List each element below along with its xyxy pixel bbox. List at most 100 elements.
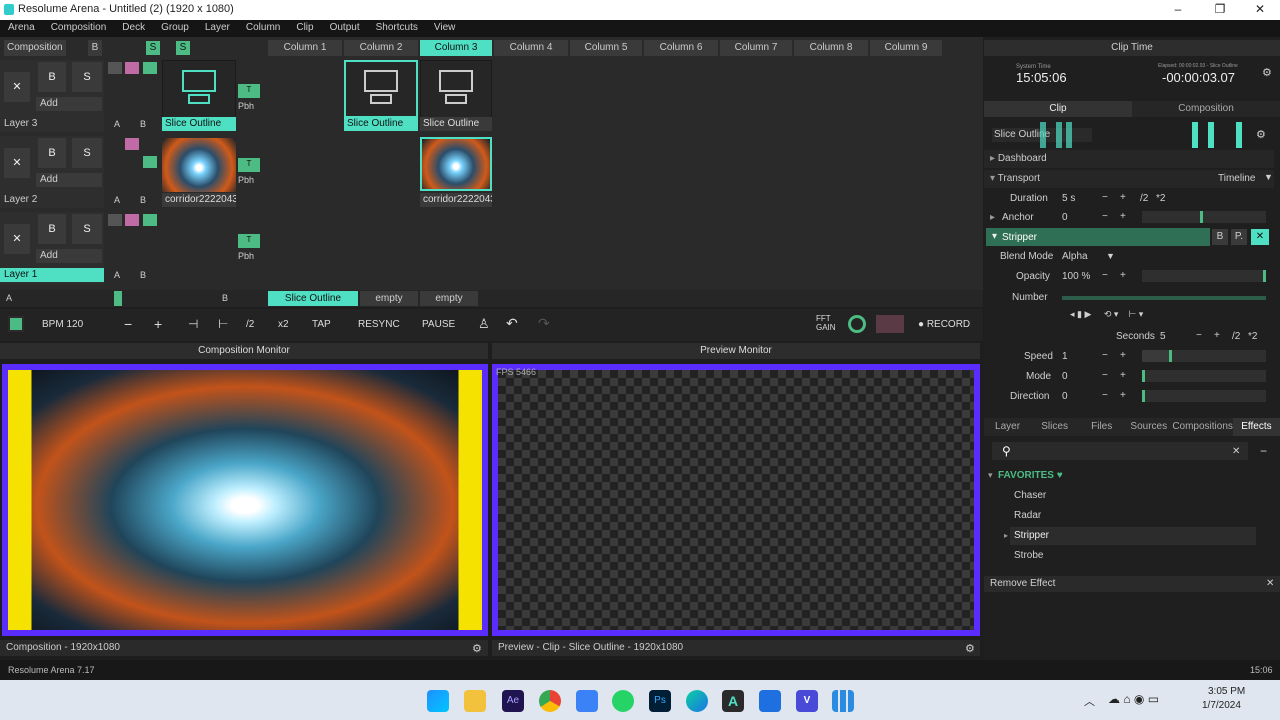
windows-start-icon[interactable] xyxy=(427,690,449,712)
after-effects-icon[interactable]: Ae xyxy=(502,690,524,712)
maximize-button[interactable]: ❐ xyxy=(1210,2,1230,16)
menu-deck[interactable]: Deck xyxy=(114,20,153,37)
anchor-minus-button[interactable]: − xyxy=(1102,211,1108,222)
seconds-mul2[interactable]: *2 xyxy=(1248,331,1257,342)
transport-mode-dropdown[interactable]: Timeline xyxy=(1218,173,1255,184)
comp-s2-button[interactable]: S xyxy=(176,41,190,55)
direction-slider[interactable] xyxy=(1142,390,1266,402)
resync-button[interactable]: RESYNC xyxy=(358,319,400,330)
layer-1-solo-button[interactable]: S xyxy=(72,214,102,244)
preview-monitor[interactable] xyxy=(492,364,980,636)
layer-1-m-button[interactable] xyxy=(108,214,122,226)
layer-2-bypass-button[interactable]: B xyxy=(38,138,66,168)
seconds-minus-button[interactable]: − xyxy=(1196,330,1202,341)
layer-1-bypass-button[interactable]: B xyxy=(38,214,66,244)
menu-composition[interactable]: Composition xyxy=(43,20,115,37)
layer-1-t-button[interactable]: T xyxy=(238,234,260,248)
bpm-plus-button[interactable]: + xyxy=(154,316,162,332)
remove-effect-label[interactable]: Remove Effect xyxy=(990,578,1055,589)
tab-clip[interactable]: Clip xyxy=(984,101,1132,117)
column-6[interactable]: Column 6 xyxy=(644,40,718,56)
nudge-right-button[interactable]: ⊢ xyxy=(218,317,228,331)
chrome-icon[interactable] xyxy=(539,690,561,712)
duration-mul2[interactable]: *2 xyxy=(1156,193,1165,204)
close-button[interactable]: ✕ xyxy=(1250,2,1270,16)
duration-value[interactable]: 5 s xyxy=(1062,193,1075,204)
deck-tab-empty-2[interactable]: empty xyxy=(420,291,478,306)
number-play-controls[interactable]: ◂ ▮ ▶ ⟲ ▾ ⊢ ▾ xyxy=(1070,309,1143,320)
layer-2-name[interactable]: Layer 2 xyxy=(0,193,104,207)
layer-3-x-button[interactable] xyxy=(125,62,139,74)
mode-value[interactable]: 0 xyxy=(1062,371,1068,382)
column-2[interactable]: Column 2 xyxy=(344,40,418,56)
layer-2-a[interactable]: A xyxy=(114,195,120,205)
photoshop-icon[interactable]: Ps xyxy=(649,690,671,712)
column-5[interactable]: Column 5 xyxy=(570,40,642,56)
layer-1-pbh[interactable]: Pbh xyxy=(238,251,254,261)
layer-2-x-button[interactable] xyxy=(125,138,139,150)
direction-minus-button[interactable]: − xyxy=(1102,390,1108,401)
deck-b[interactable]: B xyxy=(222,293,228,303)
menu-output[interactable]: Output xyxy=(322,20,368,37)
clip-l2-c3-label[interactable]: corridor2222043... xyxy=(420,193,492,207)
layer-3-v-button[interactable] xyxy=(143,62,157,74)
tab-compositions[interactable]: Compositions xyxy=(1172,418,1233,436)
dashboard-section[interactable]: ▸ Dashboard xyxy=(984,150,1274,168)
bpm-minus-button[interactable]: − xyxy=(124,316,132,332)
column-4[interactable]: Column 4 xyxy=(494,40,568,56)
anchor-plus-button[interactable]: + xyxy=(1120,211,1126,222)
layer-3-add-dropdown[interactable]: Add xyxy=(36,97,102,111)
deck-tab-empty-1[interactable]: empty xyxy=(360,291,418,306)
tab-effects[interactable]: Effects xyxy=(1232,418,1280,436)
grid-app-icon[interactable] xyxy=(832,690,854,712)
resolume-arena-icon[interactable]: A xyxy=(722,690,744,712)
duration-div2[interactable]: /2 xyxy=(1140,193,1148,204)
tab-composition[interactable]: Composition xyxy=(1132,101,1280,117)
layer-3-t-button[interactable]: T xyxy=(238,84,260,98)
layer-2-v-button[interactable] xyxy=(143,156,157,168)
speed-minus-button[interactable]: − xyxy=(1102,350,1108,361)
menu-view[interactable]: View xyxy=(426,20,464,37)
layer-2-t-button[interactable]: T xyxy=(238,158,260,172)
layer-3-bypass-button[interactable]: B xyxy=(38,62,66,92)
layer-2-b[interactable]: B xyxy=(140,195,146,205)
clip-time-settings-gear-icon[interactable]: ⚙ xyxy=(1262,66,1272,79)
layer-1-b[interactable]: B xyxy=(140,270,146,280)
clip-l3-c1-label[interactable]: Slice Outline xyxy=(162,117,236,131)
duration-minus-button[interactable]: − xyxy=(1102,192,1108,203)
menu-group[interactable]: Group xyxy=(153,20,197,37)
menu-column[interactable]: Column xyxy=(238,20,288,37)
effect-expander-icon[interactable]: ▾ xyxy=(992,231,997,242)
layer-3-m-button[interactable] xyxy=(108,62,122,74)
minimize-button[interactable]: – xyxy=(1168,2,1188,16)
column-3[interactable]: Column 3 xyxy=(420,40,492,56)
bpm-double-button[interactable]: x2 xyxy=(278,319,289,330)
tray-network-icon[interactable]: ☁ ⌂ ◉ ▭ xyxy=(1108,692,1159,706)
composition-button[interactable]: Composition xyxy=(4,40,66,56)
bpm-half-button[interactable]: /2 xyxy=(246,319,254,330)
layer-2-pbh[interactable]: Pbh xyxy=(238,175,254,185)
direction-plus-button[interactable]: + xyxy=(1120,390,1126,401)
duration-plus-button[interactable]: + xyxy=(1120,192,1126,203)
tab-sources[interactable]: Sources xyxy=(1125,418,1172,436)
whatsapp-icon[interactable] xyxy=(612,690,634,712)
effect-item-radar[interactable]: Radar xyxy=(1014,510,1041,521)
anchor-slider[interactable] xyxy=(1142,211,1266,223)
tab-slices[interactable]: Slices xyxy=(1031,418,1078,436)
mode-minus-button[interactable]: − xyxy=(1102,370,1108,381)
deck-a[interactable]: A xyxy=(6,293,12,303)
tab-files[interactable]: Files xyxy=(1078,418,1125,436)
layer-3-b[interactable]: B xyxy=(140,119,146,129)
edge-icon[interactable] xyxy=(686,690,708,712)
comp-bypass-button[interactable]: B xyxy=(88,40,102,56)
menu-layer[interactable]: Layer xyxy=(197,20,238,37)
effect-item-stripper[interactable]: Stripper xyxy=(1014,530,1049,541)
collapse-minus-icon[interactable]: − xyxy=(1260,444,1267,458)
clip-l3-c3[interactable] xyxy=(420,60,492,118)
column-1[interactable]: Column 1 xyxy=(268,40,342,56)
clip-l3-c2-label[interactable]: Slice Outline xyxy=(344,117,418,131)
column-7[interactable]: Column 7 xyxy=(720,40,792,56)
effect-remove-close-icon[interactable]: ✕ xyxy=(1251,229,1269,245)
v-app-icon[interactable]: V xyxy=(796,690,818,712)
metronome-icon[interactable]: ♙ xyxy=(478,316,490,332)
